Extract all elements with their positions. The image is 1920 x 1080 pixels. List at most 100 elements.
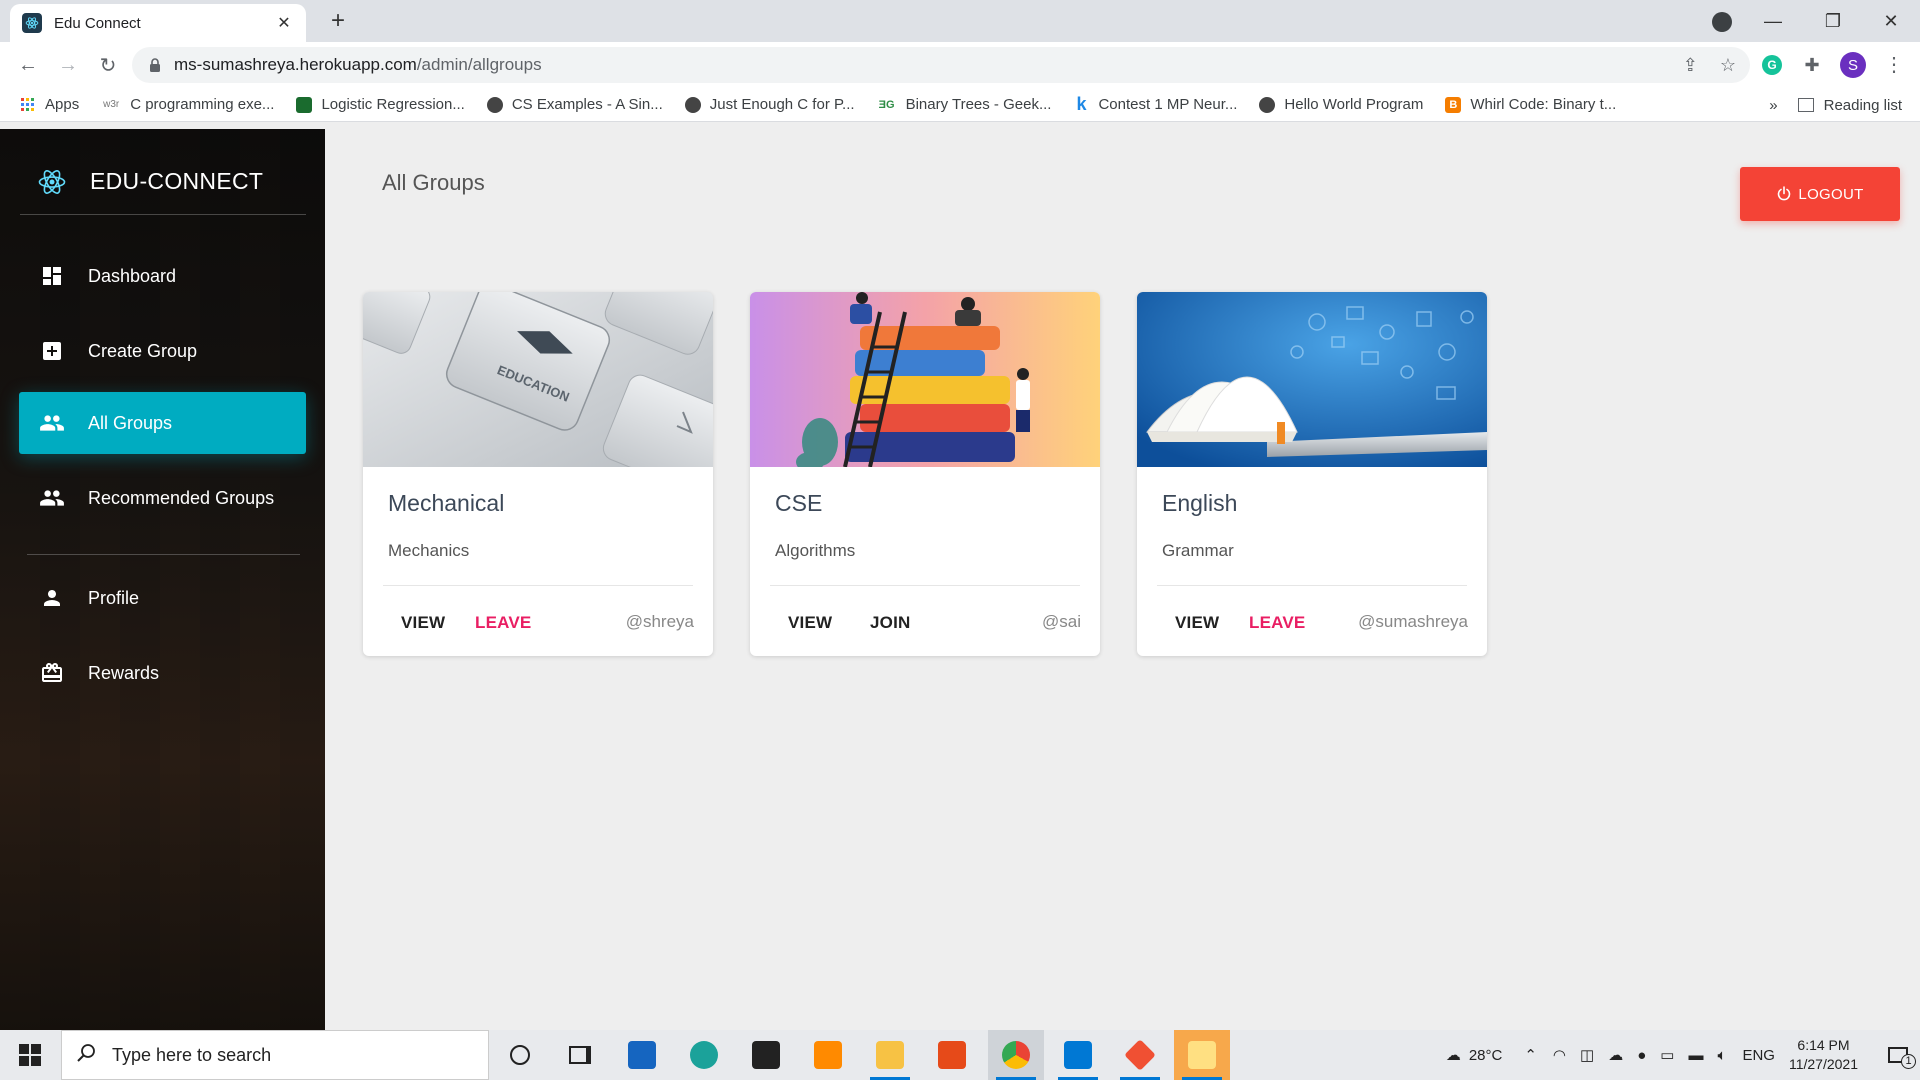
tray-chevron-icon[interactable]: ⌃ xyxy=(1524,1046,1537,1064)
sidebar-item-rewards[interactable]: Rewards xyxy=(19,642,306,704)
language-indicator[interactable]: ENG xyxy=(1742,1047,1775,1064)
group-card-mechanical: EDUCATION Mechanical Mechanics VIEW LEAV… xyxy=(363,292,713,656)
close-window-button[interactable]: ✕ xyxy=(1862,0,1920,42)
battery-icon[interactable]: ▬ xyxy=(1688,1047,1703,1064)
display-icon[interactable]: ▭ xyxy=(1660,1046,1674,1064)
browser-tab[interactable]: Edu Connect ✕ xyxy=(10,4,306,42)
sidebar: EDU-CONNECT Dashboard Create Group All G… xyxy=(0,129,325,1030)
notification-center-icon[interactable]: 1 xyxy=(1876,1047,1920,1069)
bookmark-c-programming[interactable]: w3r C programming exe... xyxy=(101,96,274,113)
search-icon xyxy=(76,1043,96,1068)
card-owner: @sai xyxy=(1042,612,1081,631)
task-view-icon[interactable] xyxy=(552,1030,608,1080)
git-tool-icon[interactable] xyxy=(1112,1030,1168,1080)
bookmark-binary-trees[interactable]: ƎG Binary Trees - Geek... xyxy=(877,96,1052,113)
restore-button[interactable]: ❐ xyxy=(1804,0,1862,42)
clock-time: 6:14 PM xyxy=(1797,1037,1850,1053)
tab-close-icon[interactable]: ✕ xyxy=(274,13,294,33)
microsoft-store-icon[interactable] xyxy=(614,1030,670,1080)
profile-avatar[interactable]: S xyxy=(1840,52,1866,78)
power-icon xyxy=(1776,186,1792,202)
more-bookmarks-icon[interactable]: » xyxy=(1769,97,1777,114)
bookmarks-bar: Apps w3r C programming exe... Logistic R… xyxy=(0,88,1920,122)
join-button[interactable]: JOIN xyxy=(870,610,910,636)
reading-list-icon xyxy=(1797,98,1814,112)
weather-temperature[interactable]: 28°C xyxy=(1469,1047,1503,1064)
tab-title: Edu Connect xyxy=(54,14,141,32)
new-tab-button[interactable]: + xyxy=(322,6,354,38)
green-doc-icon xyxy=(296,96,313,113)
bookmark-cs-examples[interactable]: CS Examples - A Sin... xyxy=(486,96,663,113)
people-icon xyxy=(39,485,65,511)
vscode-icon[interactable] xyxy=(1050,1030,1106,1080)
terminal-icon[interactable] xyxy=(738,1030,794,1080)
camera-icon[interactable]: ◫ xyxy=(1580,1046,1594,1064)
office-icon[interactable] xyxy=(924,1030,980,1080)
sidebar-item-create-group[interactable]: Create Group xyxy=(19,320,306,382)
sidebar-item-all-groups[interactable]: All Groups xyxy=(19,392,306,454)
taskbar-clock[interactable]: 6:14 PM 11/27/2021 xyxy=(1789,1036,1858,1074)
brand[interactable]: EDU-CONNECT xyxy=(20,149,306,215)
sidebar-item-profile[interactable]: Profile xyxy=(19,567,306,629)
sidebar-item-recommended-groups[interactable]: Recommended Groups xyxy=(19,467,306,529)
reload-icon[interactable]: ↻ xyxy=(92,49,124,81)
people-icon xyxy=(39,410,65,436)
sidebar-item-label: Recommended Groups xyxy=(88,487,275,508)
bookmark-label: CS Examples - A Sin... xyxy=(511,96,663,113)
reading-list-button[interactable]: Reading list xyxy=(1797,97,1902,114)
tab-search-icon[interactable] xyxy=(1712,12,1732,32)
blogger-icon: B xyxy=(1445,96,1462,113)
edge-browser-icon[interactable] xyxy=(676,1030,732,1080)
main-panel: All Groups LOGOUT EDUCATION Mechanical M… xyxy=(325,129,1920,1030)
grammarly-extension-icon[interactable]: G xyxy=(1758,51,1786,79)
windows-start-icon[interactable] xyxy=(0,1030,60,1080)
bookmark-whirl-code[interactable]: B Whirl Code: Binary t... xyxy=(1445,96,1616,113)
bookmark-contest[interactable]: k Contest 1 MP Neur... xyxy=(1073,94,1237,114)
bookmark-label: Apps xyxy=(45,96,80,113)
sticky-notes-icon[interactable] xyxy=(1174,1030,1230,1080)
windows-taskbar: Type here to search ☁ 28°C ⌃ ◠ ◫ ☁ ● ▭ ▬… xyxy=(0,1030,1920,1080)
sidebar-item-label: Rewards xyxy=(88,662,160,683)
onedrive-icon[interactable]: ☁ xyxy=(1608,1046,1623,1064)
forward-arrow-icon[interactable]: → xyxy=(52,49,84,81)
globe-icon xyxy=(684,96,701,113)
card-title: Mechanical xyxy=(388,490,505,516)
lock-icon[interactable] xyxy=(146,56,164,74)
bookmark-label: Hello World Program xyxy=(1284,96,1424,113)
leave-button[interactable]: LEAVE xyxy=(1249,610,1305,636)
taskbar-search-box[interactable]: Type here to search xyxy=(61,1030,489,1080)
url-host: ms-sumashreya.herokuapp.com xyxy=(174,55,417,74)
bookmark-just-enough-c[interactable]: Just Enough C for P... xyxy=(684,96,855,113)
view-button[interactable]: VIEW xyxy=(1175,610,1219,636)
cortana-icon[interactable] xyxy=(492,1030,548,1080)
bookmark-label: Just Enough C for P... xyxy=(709,96,855,113)
browser-tabstrip: Edu Connect ✕ + — ❐ ✕ xyxy=(0,0,1920,42)
share-icon[interactable]: ⇪ xyxy=(1683,55,1698,76)
sidebar-item-dashboard[interactable]: Dashboard xyxy=(19,245,306,307)
system-tray: ☁ 28°C ⌃ ◠ ◫ ☁ ● ▭ ▬ 🔈︎ ENG 6:14 PM 11/2… xyxy=(1446,1030,1920,1080)
view-button[interactable]: VIEW xyxy=(401,610,445,636)
globe-icon xyxy=(1259,96,1276,113)
logout-button[interactable]: LOGOUT xyxy=(1740,167,1900,221)
leave-button[interactable]: LEAVE xyxy=(475,610,531,636)
chrome-icon[interactable] xyxy=(988,1030,1044,1080)
bookmark-label: Binary Trees - Geek... xyxy=(905,96,1052,113)
view-button[interactable]: VIEW xyxy=(788,610,832,636)
react-logo-icon xyxy=(36,166,68,198)
file-explorer-icon[interactable] xyxy=(862,1030,918,1080)
volume-icon[interactable]: 🔈︎ xyxy=(1717,1047,1726,1064)
minimize-button[interactable]: — xyxy=(1744,0,1802,42)
back-arrow-icon[interactable]: ← xyxy=(12,49,44,81)
sublime-text-icon[interactable] xyxy=(800,1030,856,1080)
browser-menu-icon[interactable]: ⋮ xyxy=(1880,51,1908,79)
bookmark-apps[interactable]: Apps xyxy=(20,96,79,113)
microphone-icon[interactable]: ● xyxy=(1637,1047,1646,1064)
url-path: /admin/allgroups xyxy=(416,55,542,74)
wifi-icon[interactable]: ◠ xyxy=(1553,1046,1566,1064)
weather-icon[interactable]: ☁ xyxy=(1446,1046,1461,1064)
address-bar[interactable]: ms-sumashreya.herokuapp.com /admin/allgr… xyxy=(132,47,1750,83)
bookmark-logistic-regression[interactable]: Logistic Regression... xyxy=(296,96,465,113)
extensions-puzzle-icon[interactable]: ✚ xyxy=(1798,51,1826,79)
bookmark-star-icon[interactable]: ☆ xyxy=(1720,55,1736,76)
bookmark-hello-world[interactable]: Hello World Program xyxy=(1259,96,1423,113)
